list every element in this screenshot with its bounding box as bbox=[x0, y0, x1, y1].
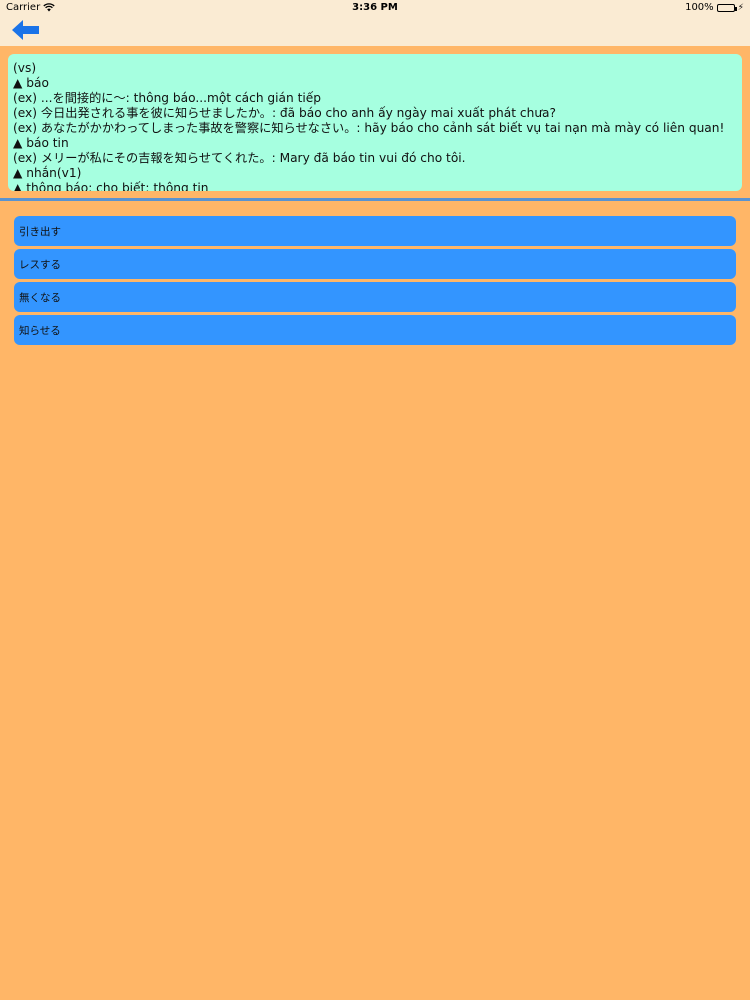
status-right: 100% ⚡ bbox=[685, 2, 744, 13]
battery-percent: 100% bbox=[685, 2, 714, 13]
word-list-item[interactable]: 引き出す bbox=[14, 216, 736, 246]
top-bar: Carrier 3:36 PM 100% ⚡ bbox=[0, 0, 750, 46]
definition-line: (ex) あなたがかかわってしまった事故を警察に知らせなさい。: hãy báo… bbox=[13, 121, 725, 135]
definition-line: ▲ thông báo; cho biết; thông tin bbox=[13, 181, 209, 191]
word-list-item[interactable]: 知らせる bbox=[14, 315, 736, 345]
section-divider bbox=[0, 198, 750, 201]
definition-line: (ex) 今日出発される事を彼に知らせましたか。: đã báo cho anh… bbox=[13, 106, 556, 120]
word-list-item[interactable]: 無くなる bbox=[14, 282, 736, 312]
back-arrow-icon[interactable] bbox=[12, 20, 40, 40]
definition-line: ▲ báo bbox=[13, 76, 49, 90]
definition-line: (ex) ...を間接的に～: thông báo...một cách giá… bbox=[13, 91, 322, 105]
definition-line: (vs) bbox=[13, 61, 37, 75]
battery-icon bbox=[716, 3, 737, 12]
status-time: 3:36 PM bbox=[352, 2, 398, 13]
definition-line: ▲ nhắn(v1) bbox=[13, 166, 82, 180]
word-list: 引き出す レスする 無くなる 知らせる bbox=[14, 216, 736, 348]
definition-line: ▲ báo tin bbox=[13, 136, 69, 150]
charging-icon: ⚡ bbox=[737, 2, 744, 13]
word-list-item[interactable]: レスする bbox=[14, 249, 736, 279]
definition-panel: (vs) ▲ báo (ex) ...を間接的に～: thông báo...m… bbox=[8, 54, 742, 191]
definition-line: (ex) メリーが私にその吉報を知らせてくれた。: Mary đã báo ti… bbox=[13, 151, 466, 165]
